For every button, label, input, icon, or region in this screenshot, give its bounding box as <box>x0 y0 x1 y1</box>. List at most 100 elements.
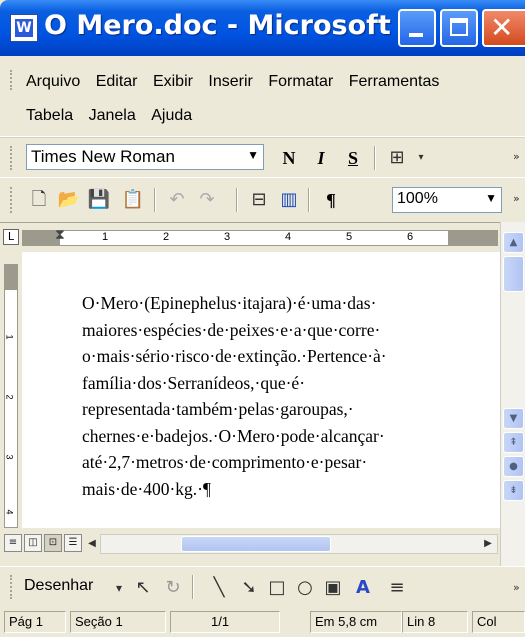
toolbar-grip[interactable] <box>10 146 15 170</box>
redo-icon[interactable]: ↷ <box>194 187 220 213</box>
menu-ajuda[interactable]: Ajuda <box>151 107 192 125</box>
document-line: o·mais·sério·risco·de·extinção.·Pertence… <box>82 346 387 366</box>
ruler-tick: 1 <box>102 231 109 243</box>
menu-row-2: Tabela Janela Ajuda <box>26 107 203 125</box>
close-button[interactable]: ✕ <box>482 9 525 47</box>
menu-bar: Arquivo Editar Exibir Inserir Formatar F… <box>0 56 525 137</box>
print-view-icon[interactable]: ⊡ <box>44 534 62 552</box>
horizontal-scroll-thumb[interactable] <box>181 536 331 552</box>
new-document-icon[interactable]: 🗋 <box>26 187 52 213</box>
next-page-icon[interactable]: ⇟ <box>503 480 524 501</box>
toolbar-separator <box>374 146 376 170</box>
toolbar-separator <box>236 188 238 212</box>
zoom-select[interactable]: 100% ▼ <box>392 187 502 213</box>
toolbar-separator <box>154 188 156 212</box>
text-box-icon[interactable]: ▣ <box>320 575 346 601</box>
save-icon[interactable]: 💾 <box>86 187 112 213</box>
status-line: Lin 8 <box>402 611 468 633</box>
scroll-left-icon[interactable]: ◀ <box>82 534 102 554</box>
view-and-scroll-row: ≡ ◫ ⊡ ☰ ◀ ▶ <box>0 528 500 558</box>
minimize-button[interactable] <box>398 9 436 47</box>
close-icon: ✕ <box>490 11 514 44</box>
menu-row-1: Arquivo Editar Exibir Inserir Formatar F… <box>26 73 450 91</box>
menu-ferramentas[interactable]: Ferramentas <box>349 73 440 91</box>
status-position: Em 5,8 cm <box>310 611 402 633</box>
columns-icon[interactable]: ▥ <box>276 187 302 213</box>
scroll-right-icon[interactable]: ▶ <box>478 534 498 554</box>
browse-object-icon[interactable]: ● <box>503 456 524 477</box>
insert-table-icon[interactable]: ⊟ <box>246 187 272 213</box>
chevron-down-icon[interactable]: ▼ <box>485 191 497 205</box>
normal-view-icon[interactable]: ≡ <box>4 534 22 552</box>
vertical-ruler: 1 2 3 4 <box>0 252 22 528</box>
menu-editar[interactable]: Editar <box>96 73 138 91</box>
tab-selector[interactable]: L <box>3 229 19 245</box>
rectangle-icon[interactable]: □ <box>264 575 290 601</box>
open-folder-icon[interactable]: 📂 <box>56 187 82 213</box>
menu-tabela[interactable]: Tabela <box>26 107 73 125</box>
toolbar-overflow-icon[interactable]: » <box>513 581 520 594</box>
toolbar-grip[interactable] <box>10 575 15 599</box>
toolbar-separator <box>308 188 310 212</box>
menu-janela[interactable]: Janela <box>89 107 136 125</box>
ruler-tick: 6 <box>407 231 414 243</box>
wordart-icon[interactable]: A <box>350 575 376 601</box>
zoom-value: 100% <box>397 190 438 207</box>
word-doc-icon[interactable]: W <box>10 14 38 42</box>
web-view-icon[interactable]: ◫ <box>24 534 42 552</box>
select-objects-icon[interactable]: ↖ <box>130 575 156 601</box>
scroll-up-icon[interactable]: ▲ <box>503 232 524 253</box>
previous-page-icon[interactable]: ⇞ <box>503 432 524 453</box>
document-page[interactable]: O·Mero·(Epinephelus·itajara)·é·uma·das· … <box>22 252 500 528</box>
draw-menu-button[interactable]: Desenhar <box>24 577 93 595</box>
underline-button[interactable]: S <box>340 145 366 171</box>
document-line: maiores·espécies·de·peixes·e·a·que·corre… <box>82 319 381 340</box>
borders-icon[interactable]: ⊞ <box>384 145 410 171</box>
scroll-down-icon[interactable]: ▼ <box>503 408 524 429</box>
undo-icon[interactable]: ↶ <box>164 187 190 213</box>
menu-formatar[interactable]: Formatar <box>268 73 333 91</box>
font-name-value: Times New Roman <box>31 147 175 166</box>
maximize-button[interactable] <box>440 9 478 47</box>
paste-icon[interactable]: 📋 <box>120 187 146 213</box>
chevron-down-icon[interactable]: ▼ <box>247 148 259 162</box>
vertical-scroll-thumb[interactable] <box>503 256 524 292</box>
formatting-toolbar: Times New Roman ▼ N I S ⊞ ▾ » <box>0 137 525 177</box>
ruler-strip[interactable] <box>22 230 498 246</box>
line-style-icon[interactable]: ≡ <box>384 575 410 601</box>
borders-dropdown-icon[interactable]: ▾ <box>408 145 434 171</box>
status-bar: Pág 1 Seção 1 1/1 Em 5,8 cm Lin 8 Col <box>0 607 525 637</box>
bold-button[interactable]: N <box>276 145 302 171</box>
status-page: Pág 1 <box>4 611 66 633</box>
italic-button[interactable]: I <box>308 145 334 171</box>
autoshapes-icon[interactable]: ↻ <box>160 575 186 601</box>
outline-view-icon[interactable]: ☰ <box>64 534 82 552</box>
toolbar-overflow-icon[interactable]: » <box>513 192 520 205</box>
minimize-icon <box>409 33 423 37</box>
toolbar-overflow-icon[interactable]: » <box>513 150 520 163</box>
menu-grip[interactable] <box>10 70 15 90</box>
document-body[interactable]: O·Mero·(Epinephelus·itajara)·é·uma·das· … <box>82 290 492 502</box>
document-line: chernes·e·badejos.·O·Mero·pode·alcançar· <box>82 425 385 446</box>
oval-icon[interactable]: ○ <box>292 575 318 601</box>
line-icon[interactable]: ╲ <box>206 575 232 601</box>
arrow-icon[interactable]: ➘ <box>236 575 262 601</box>
indent-marker-icon[interactable]: ⧗ <box>55 227 65 243</box>
show-formatting-button[interactable]: ¶ <box>318 187 344 213</box>
vertical-ruler-top-margin <box>4 264 18 290</box>
chevron-down-icon[interactable]: ▾ <box>106 575 132 601</box>
menu-inserir[interactable]: Inserir <box>208 73 252 91</box>
document-line: representada·também·pelas·garoupas,· <box>82 399 354 419</box>
drawing-toolbar: Desenhar ▾ ↖ ↻ ╲ ➘ □ ○ ▣ A ≡ » <box>0 566 525 608</box>
vertical-scrollbar[interactable]: ▲ ▼ ⇞ ● ⇟ <box>500 222 525 566</box>
document-line: O·Mero·(Epinephelus·itajara)·é·uma·das· <box>82 293 377 313</box>
document-line: até·2,7·metros·de·comprimento·e·pesar· <box>82 452 368 472</box>
font-name-select[interactable]: Times New Roman ▼ <box>26 144 264 170</box>
menu-exibir[interactable]: Exibir <box>153 73 193 91</box>
status-page-count: 1/1 <box>170 611 280 633</box>
title-bar[interactable]: W O Mero.doc - Microsoft ... ✕ <box>0 0 525 56</box>
menu-arquivo[interactable]: Arquivo <box>26 73 80 91</box>
horizontal-scrollbar[interactable] <box>100 534 498 554</box>
horizontal-ruler: L ⧗ 1 2 3 4 5 6 <box>0 222 500 253</box>
toolbar-grip[interactable] <box>10 187 15 213</box>
